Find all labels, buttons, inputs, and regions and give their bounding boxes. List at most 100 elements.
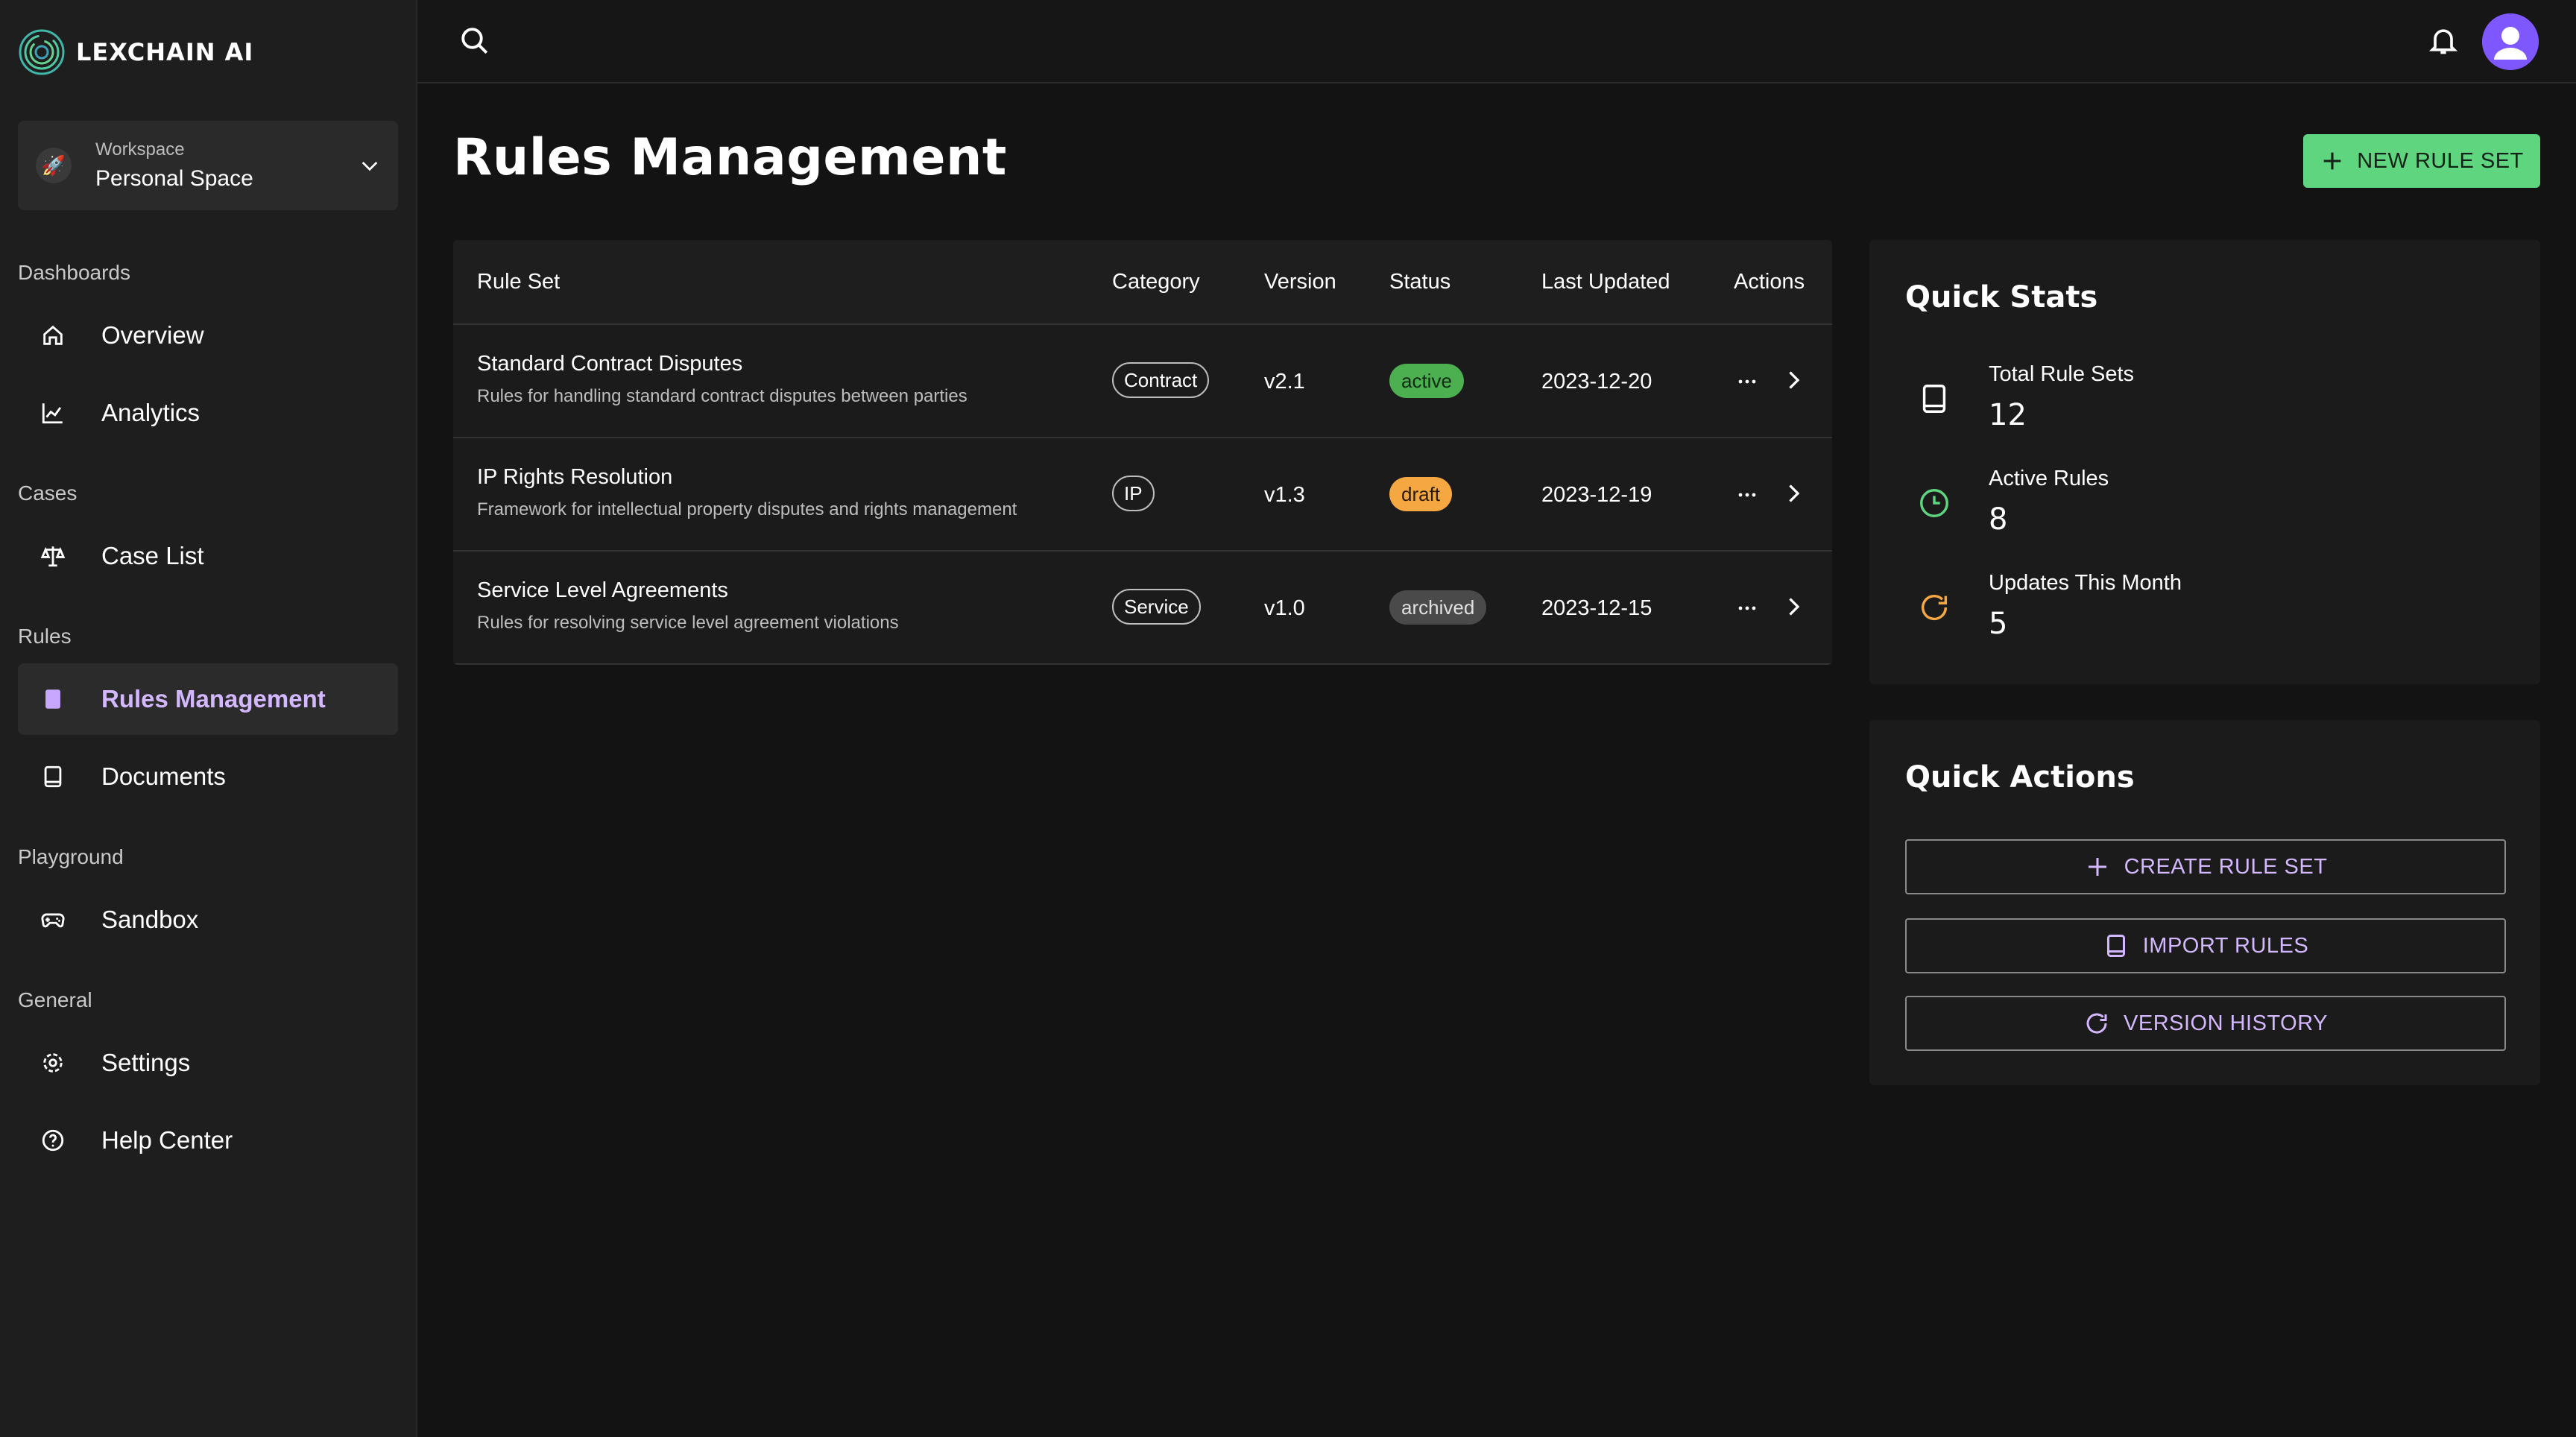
version-text: v1.0	[1264, 596, 1305, 620]
column-header-actions: Actions	[1734, 270, 1805, 294]
gamepad-icon	[41, 913, 65, 928]
book-icon	[2106, 935, 2125, 957]
top-bar	[417, 0, 2576, 83]
chevron-right-icon[interactable]	[1780, 480, 1807, 507]
import-rules-button[interactable]: IMPORT RULES	[1905, 918, 2506, 973]
chevron-right-icon[interactable]	[1780, 593, 1807, 620]
book-icon	[1922, 385, 1946, 413]
rules-table: Rule Set Category Version Status Last Up…	[453, 240, 1832, 665]
import-rules-label: IMPORT RULES	[2142, 933, 2309, 958]
rocket-icon: 🚀	[36, 148, 72, 183]
stat-label: Active Rules	[1989, 467, 2109, 490]
section-rules: Rules	[18, 625, 72, 648]
bell-icon[interactable]	[2427, 24, 2460, 57]
table-header: Rule Set Category Version Status Last Up…	[453, 240, 1832, 325]
more-horizontal-icon[interactable]	[1734, 368, 1761, 395]
quick-actions-card: Quick Actions CREATE RULE SET IMPORT RUL…	[1869, 720, 2540, 1085]
sidebar-item-settings[interactable]: Settings	[18, 1027, 398, 1099]
column-header-last-updated[interactable]: Last Updated	[1541, 270, 1670, 294]
rule-set-title: Service Level Agreements	[477, 578, 728, 602]
refresh-icon	[2086, 1013, 2107, 1034]
sidebar-item-analytics[interactable]: Analytics	[18, 377, 398, 449]
sidebar-item-overview[interactable]: Overview	[18, 300, 398, 371]
sidebar-item-label: Settings	[101, 1049, 191, 1076]
create-rule-set-button[interactable]: CREATE RULE SET	[1905, 839, 2506, 894]
chevron-down-icon	[362, 162, 378, 171]
workspace-name: Personal Space	[95, 166, 253, 191]
rule-set-title: Standard Contract Disputes	[477, 352, 743, 376]
section-cases: Cases	[18, 481, 78, 505]
brand-name: LEXCHAIN AI	[76, 38, 254, 66]
version-history-label: VERSION HISTORY	[2124, 1011, 2328, 1035]
user-icon	[2482, 13, 2539, 70]
brand[interactable]: LEXCHAIN AI	[18, 28, 253, 76]
sidebar-item-label: Case List	[101, 542, 204, 569]
sidebar-item-label: Documents	[101, 762, 226, 790]
workspace-selector[interactable]: 🚀 Workspace Personal Space	[18, 121, 398, 210]
stat-value: 5	[1989, 607, 2008, 641]
column-header-version[interactable]: Version	[1264, 270, 1336, 294]
category-chip: Service	[1112, 589, 1201, 625]
column-header-category[interactable]: Category	[1112, 270, 1200, 294]
category-chip: IP	[1112, 476, 1155, 511]
category-chip: Contract	[1112, 362, 1210, 398]
stat-label: Total Rule Sets	[1989, 362, 2135, 386]
workspace-label: Workspace	[95, 139, 185, 160]
help-icon	[42, 1129, 64, 1152]
rule-set-description: Rules for handling standard contract dis…	[477, 386, 967, 406]
stat-label: Updates This Month	[1989, 571, 2182, 595]
table-row[interactable]: IP Rights Resolution Framework for intel…	[453, 438, 1832, 552]
rule-set-description: Rules for resolving service level agreem…	[477, 613, 899, 633]
avatar[interactable]	[2482, 13, 2539, 70]
page-title: Rules Management	[453, 128, 1007, 187]
book-icon	[45, 689, 60, 709]
logo-icon	[19, 29, 65, 75]
sidebar-item-label: Help Center	[101, 1126, 233, 1154]
table-row[interactable]: Service Level Agreements Rules for resol…	[453, 552, 1832, 665]
sidebar-item-label: Analytics	[101, 399, 201, 426]
section-general: General	[18, 988, 92, 1011]
quick-stats-card: Quick Stats Total Rule Sets 12 Active Ru…	[1869, 240, 2540, 684]
last-updated-text: 2023-12-19	[1541, 483, 1652, 507]
column-header-rule-set[interactable]: Rule Set	[477, 270, 560, 294]
plus-icon	[2088, 858, 2106, 876]
status-badge: archived	[1389, 590, 1487, 625]
search-icon[interactable]	[459, 25, 490, 57]
scale-icon	[40, 546, 66, 567]
section-dashboards: Dashboards	[18, 261, 130, 284]
more-horizontal-icon[interactable]	[1734, 481, 1761, 508]
plus-icon	[2323, 152, 2341, 170]
refresh-icon	[1921, 594, 1948, 621]
last-updated-text: 2023-12-20	[1541, 370, 1652, 394]
new-rule-set-button[interactable]: NEW RULE SET	[2303, 134, 2540, 188]
clock-icon	[1920, 489, 1948, 517]
rule-set-description: Framework for intellectual property disp…	[477, 499, 1017, 519]
stat-value: 12	[1989, 398, 2027, 432]
sidebar-item-help-center[interactable]: Help Center	[18, 1105, 398, 1176]
sidebar-item-sandbox[interactable]: Sandbox	[18, 884, 398, 956]
sidebar-item-label: Overview	[101, 321, 204, 349]
status-badge: active	[1389, 364, 1464, 398]
version-text: v2.1	[1264, 370, 1305, 394]
sidebar-item-label: Rules Management	[101, 685, 326, 713]
column-header-status[interactable]: Status	[1389, 270, 1450, 294]
status-badge: draft	[1389, 477, 1453, 511]
version-text: v1.3	[1264, 483, 1305, 507]
sidebar-item-label: Sandbox	[101, 906, 199, 933]
new-rule-set-label: NEW RULE SET	[2357, 148, 2524, 173]
create-rule-set-label: CREATE RULE SET	[2124, 854, 2328, 879]
sidebar-item-documents[interactable]: Documents	[18, 741, 398, 812]
sidebar-item-rules-management[interactable]: Rules Management	[18, 663, 398, 735]
chevron-right-icon[interactable]	[1780, 367, 1807, 394]
table-row[interactable]: Standard Contract Disputes Rules for han…	[453, 325, 1832, 438]
home-icon	[43, 325, 63, 345]
sidebar-item-case-list[interactable]: Case List	[18, 520, 398, 592]
document-icon	[44, 765, 62, 788]
gear-icon	[43, 1053, 63, 1073]
last-updated-text: 2023-12-15	[1541, 596, 1652, 620]
version-history-button[interactable]: VERSION HISTORY	[1905, 996, 2506, 1051]
sidebar: LEXCHAIN AI 🚀 Workspace Personal Space D…	[0, 0, 417, 1437]
more-horizontal-icon[interactable]	[1734, 595, 1761, 622]
quick-actions-title: Quick Actions	[1905, 760, 2135, 795]
rule-set-title: IP Rights Resolution	[477, 465, 673, 489]
